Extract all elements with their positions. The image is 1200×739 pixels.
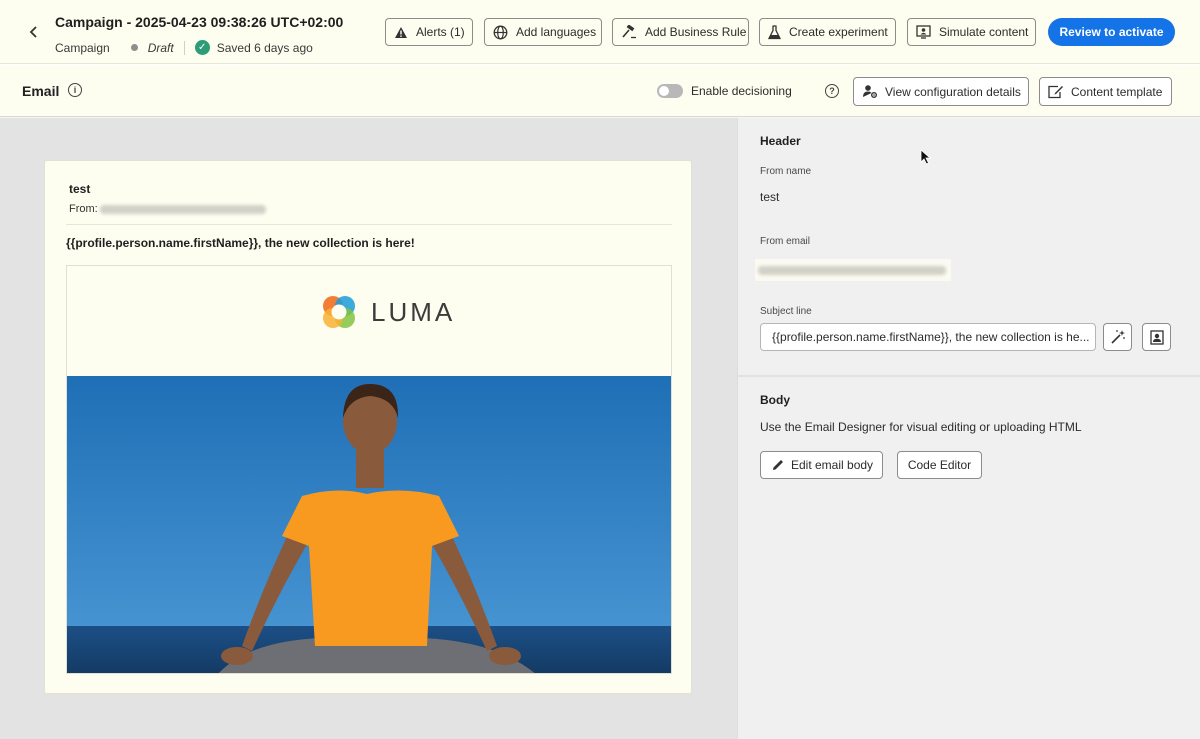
body-description: Use the Email Designer for visual editin…	[760, 420, 1082, 434]
check-circle-icon: ✓	[194, 40, 210, 55]
header-section: Header From name test From email Subject…	[738, 118, 1200, 375]
preview-divider	[66, 224, 672, 225]
review-to-activate-button[interactable]: Review to activate	[1048, 18, 1175, 46]
meta-divider	[183, 40, 185, 55]
subject-line-label: Subject line	[760, 306, 812, 317]
body-section-title: Body	[760, 393, 790, 407]
luma-logo: LUMA	[319, 292, 455, 332]
edit-email-body-label: Edit email body	[791, 458, 874, 472]
preview-subject: {{profile.person.name.firstName}}, the n…	[66, 236, 415, 250]
status-dot-icon	[130, 44, 138, 51]
from-name-label: From name	[760, 166, 812, 177]
add-languages-label: Add languages	[516, 25, 597, 39]
properties-panel: Header From name test From email Subject…	[737, 118, 1200, 739]
saved-status: Saved 6 days ago	[216, 40, 313, 55]
user-settings-icon	[862, 84, 878, 100]
pencil-icon	[771, 457, 785, 473]
preview-sender-name: test	[69, 182, 91, 196]
content-template-label: Content template	[1071, 84, 1163, 99]
top-bar: Campaign - 2025-04-23 09:38:26 UTC+02:00…	[0, 0, 1200, 64]
view-configuration-button[interactable]: View configuration details	[853, 77, 1029, 106]
from-name-value[interactable]: test	[760, 190, 779, 204]
gavel-icon	[621, 24, 637, 40]
header-section-title: Header	[760, 134, 801, 148]
status-badge: Draft	[147, 40, 174, 55]
luma-logo-mark-icon	[323, 296, 355, 328]
personalization-button[interactable]	[1142, 323, 1171, 351]
simulate-preview-icon	[916, 24, 931, 40]
add-business-rule-label: Add Business Rule	[645, 25, 747, 39]
blurred-email-address	[99, 204, 266, 214]
mouse-cursor-icon	[920, 149, 932, 165]
decisioning-toggle[interactable]	[657, 84, 683, 98]
code-editor-button[interactable]: Code Editor	[897, 451, 982, 479]
add-languages-button[interactable]: Add languages	[484, 18, 602, 46]
campaign-meta: Campaign Draft ✓ Saved 6 days ago	[55, 40, 313, 55]
alert-triangle-icon	[394, 24, 408, 40]
globe-icon	[493, 24, 508, 40]
ai-assistant-button[interactable]	[1103, 323, 1132, 351]
help-icon[interactable]: ?	[825, 84, 839, 98]
email-preview-card: test From: {{profile.person.name.firstNa…	[44, 160, 692, 694]
subject-line-input[interactable]: {{profile.person.name.firstName}}, the n…	[760, 323, 1096, 351]
create-experiment-label: Create experiment	[789, 25, 888, 39]
preview-from-row: From:	[69, 203, 266, 215]
alerts-label: Alerts (1)	[416, 25, 465, 39]
from-email-label: From email	[760, 236, 811, 247]
create-experiment-button[interactable]: Create experiment	[759, 18, 896, 46]
preview-from-label: From:	[69, 203, 98, 215]
decisioning-label: Enable decisioning	[691, 84, 792, 98]
email-title: Email	[22, 83, 60, 99]
campaign-title: Campaign - 2025-04-23 09:38:26 UTC+02:00	[55, 14, 344, 30]
blurred-email-address	[758, 266, 946, 275]
back-chevron-icon[interactable]	[24, 20, 44, 44]
luma-logo-text: LUMA	[371, 296, 456, 327]
email-preview-area: test From: {{profile.person.name.firstNa…	[0, 118, 737, 739]
magic-wand-icon	[1110, 330, 1125, 344]
hero-image-meditation	[67, 376, 671, 673]
info-icon[interactable]: i	[68, 83, 82, 97]
content-template-button[interactable]: Content template	[1039, 77, 1172, 106]
from-email-value[interactable]	[755, 259, 951, 281]
simulate-content-label: Simulate content	[939, 25, 1029, 39]
personalization-icon	[1149, 329, 1164, 345]
alerts-button[interactable]: Alerts (1)	[385, 18, 473, 46]
email-toolbar: Email i Enable decisioning ? View config…	[0, 65, 1200, 117]
email-body-preview[interactable]: LUMA	[66, 265, 672, 674]
campaign-type-label: Campaign	[55, 40, 110, 55]
edit-email-body-button[interactable]: Edit email body	[760, 451, 883, 479]
flask-icon	[768, 24, 781, 40]
add-business-rule-button[interactable]: Add Business Rule	[612, 18, 749, 46]
template-edit-icon	[1048, 84, 1064, 100]
simulate-content-button[interactable]: Simulate content	[907, 18, 1036, 46]
view-configuration-label: View configuration details	[885, 84, 1021, 99]
toggle-knob	[659, 86, 669, 96]
